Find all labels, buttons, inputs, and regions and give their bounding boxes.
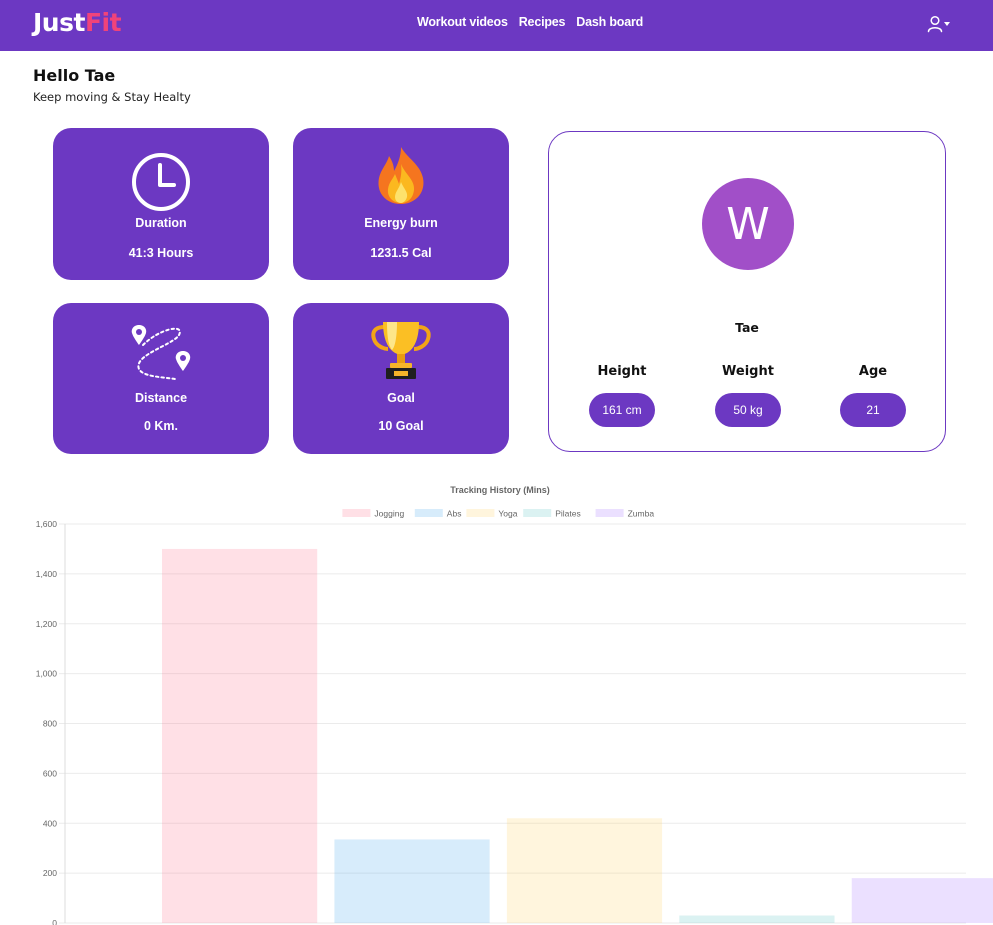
bar-pilates[interactable]: [679, 915, 835, 923]
stat-label: Duration: [135, 216, 187, 230]
chart-legend: Jogging Abs Yoga Pilates Zumba: [342, 509, 654, 519]
metric-value-badge: 50 kg: [715, 393, 781, 427]
nav-links: Workout videos Recipes Dash board: [417, 15, 643, 29]
trophy-icon: [293, 319, 509, 381]
nav-link-recipes[interactable]: Recipes: [519, 15, 566, 29]
stat-card-energy-burn: Energy burn 1231.5 Cal: [293, 128, 509, 280]
stat-value: 0 Km.: [143, 419, 179, 433]
stat-value: 41:3 Hours: [128, 246, 194, 260]
chart-title: Tracking History (Mins): [450, 485, 550, 495]
legend-item-yoga[interactable]: Yoga: [466, 509, 518, 519]
stat-card-distance: Distance 0 Km.: [53, 303, 269, 454]
greeting-subtitle: Keep moving & Stay Healty: [33, 90, 191, 104]
stat-label: Goal: [387, 391, 415, 405]
clock-icon: [53, 152, 269, 212]
y-axis-ticks: 0 200 400 600 800 1,000 1,200 1,400 1,600: [36, 519, 58, 925]
greeting-title: Hello Tae: [33, 66, 116, 85]
y-tick-label: 400: [43, 818, 57, 828]
y-tick-label: 800: [43, 719, 57, 729]
stat-label: Distance: [134, 391, 188, 405]
y-tick-label: 0: [52, 918, 57, 925]
legend-label: Pilates: [555, 509, 581, 519]
stat-value: 10 Goal: [378, 419, 424, 433]
y-tick-label: 1,600: [36, 519, 58, 529]
bar-jogging[interactable]: [162, 548, 318, 923]
brand-text-just: Just: [33, 8, 85, 37]
legend-swatch: [342, 509, 371, 517]
chevron-down-icon: [944, 21, 950, 26]
legend-swatch: [523, 509, 552, 517]
metric-label: Age: [858, 364, 888, 379]
stat-value: 1231.5 Cal: [370, 246, 432, 260]
legend-item-pilates[interactable]: Pilates: [523, 509, 581, 519]
y-tick-label: 600: [43, 768, 57, 778]
metric-value-badge: 161 cm: [589, 393, 655, 427]
brand-text-fit: Fit: [84, 8, 122, 37]
bar-yoga[interactable]: [506, 818, 663, 923]
legend-label: Yoga: [498, 509, 517, 519]
height-metric: Height 161 cm: [587, 364, 657, 427]
user-icon: [927, 15, 943, 38]
profile-name: Tae: [735, 320, 759, 335]
metric-value-badge: 21: [840, 393, 906, 427]
profile-card: W Tae Height 161 cm Weight 50 kg Age 21: [548, 131, 946, 452]
weight-metric: Weight 50 kg: [713, 364, 783, 427]
avatar: W: [702, 178, 794, 270]
brand-logo[interactable]: JustFit: [33, 8, 122, 37]
legend-swatch: [595, 509, 624, 517]
age-metric: Age 21: [838, 364, 908, 427]
top-navbar: JustFit Workout videos Recipes Dash boar…: [0, 0, 993, 51]
metric-label: Height: [597, 364, 647, 379]
legend-item-jogging[interactable]: Jogging: [342, 509, 404, 519]
y-tick-label: 1,400: [36, 569, 58, 579]
legend-label: Zumba: [628, 509, 655, 519]
route-icon: [53, 321, 269, 383]
bar-abs[interactable]: [334, 839, 490, 923]
y-tick-label: 200: [43, 868, 57, 878]
stat-card-goal: Goal 10 Goal: [293, 303, 509, 454]
bar-zumba[interactable]: [851, 878, 993, 923]
legend-swatch: [414, 509, 443, 517]
nav-link-workout-videos[interactable]: Workout videos: [417, 15, 508, 29]
user-menu-dropdown[interactable]: [927, 15, 950, 38]
y-tick-label: 1,000: [36, 669, 58, 679]
legend-item-zumba[interactable]: Zumba: [595, 509, 655, 519]
nav-link-dashboard[interactable]: Dash board: [576, 15, 643, 29]
fire-icon: [293, 144, 509, 206]
chart-bars: [162, 548, 993, 923]
legend-label: Abs: [447, 509, 462, 519]
legend-swatch: [466, 509, 495, 517]
y-tick-label: 1,200: [36, 619, 58, 629]
stat-card-duration: Duration 41:3 Hours: [53, 128, 269, 280]
legend-label: Jogging: [374, 509, 404, 519]
tracking-history-chart: Tracking History (Mins) Jogging Abs Yoga Pi…: [36, 485, 993, 925]
metric-label: Weight: [722, 364, 774, 379]
legend-item-abs[interactable]: Abs: [414, 509, 462, 519]
stat-label: Energy burn: [364, 216, 438, 230]
